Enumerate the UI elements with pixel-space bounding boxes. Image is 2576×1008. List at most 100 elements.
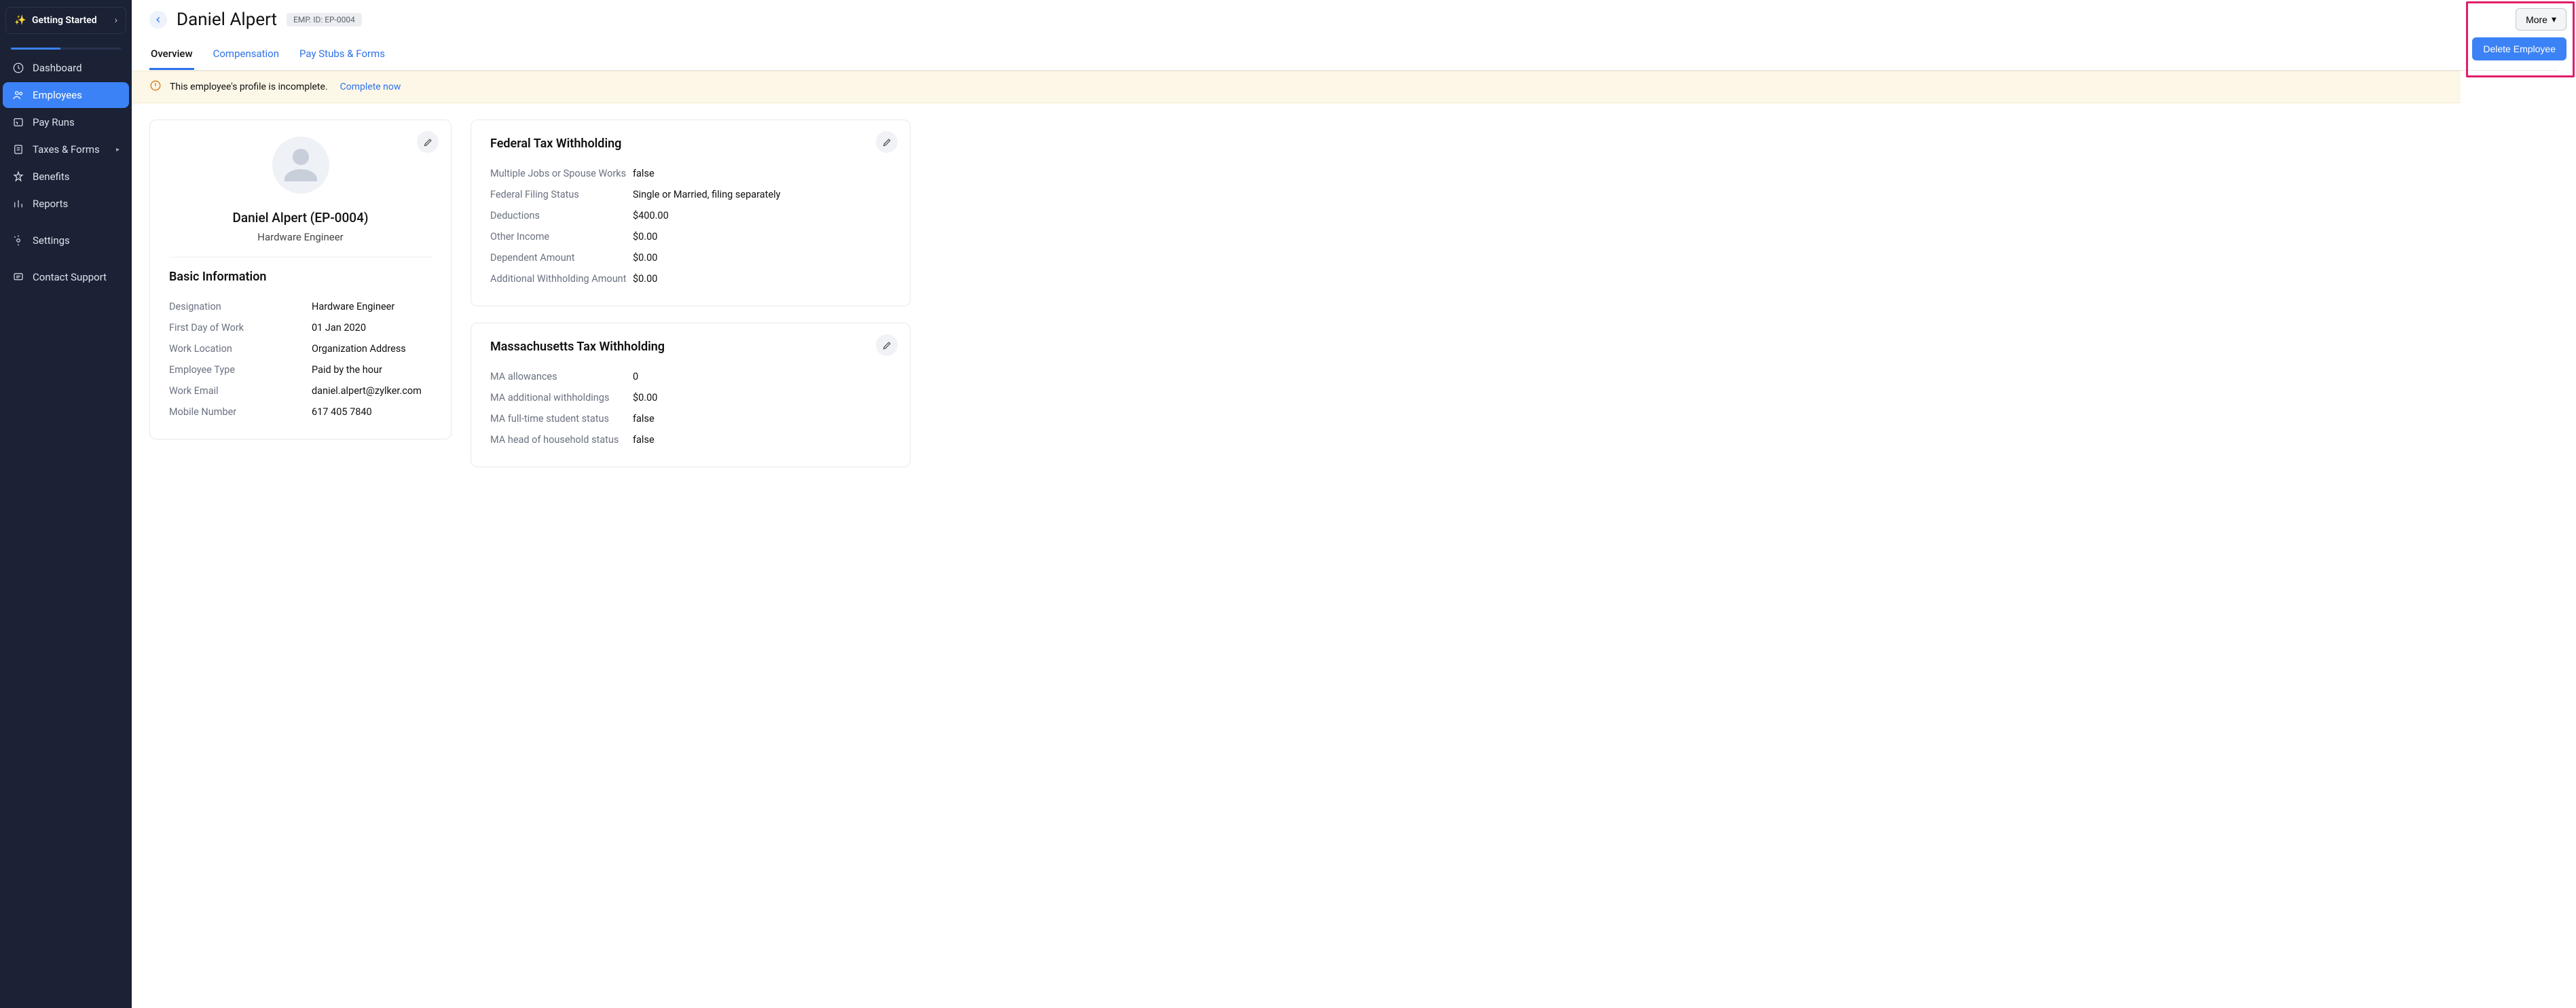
kv-row: DesignationHardware Engineer: [169, 296, 432, 317]
sidebar-item-benefits[interactable]: Benefits: [3, 164, 129, 190]
kv-row: Deductions$400.00: [490, 205, 891, 226]
sidebar-item-label: Employees: [33, 89, 82, 101]
kv-key: Deductions: [490, 210, 633, 221]
more-dropdown-wrap: More ▾ Delete Employee: [2472, 8, 2566, 60]
basic-info-title: Basic Information: [169, 270, 432, 284]
chevron-right-icon: ▸: [116, 146, 119, 154]
complete-now-link[interactable]: Complete now: [340, 82, 401, 92]
page-header: Daniel Alpert EMP. ID: EP-0004 Overview …: [132, 0, 2576, 71]
kv-key: Designation: [169, 301, 312, 312]
sidebar-nav: Dashboard Employees Pay Runs Taxes & For…: [3, 55, 129, 290]
chat-icon: [12, 271, 24, 283]
kv-val: $0.00: [633, 252, 657, 264]
state-table: MA allowances0MA additional withholdings…: [490, 366, 891, 450]
kv-key: Additional Withholding Amount: [490, 273, 633, 285]
gear-icon: [12, 234, 24, 247]
federal-title: Federal Tax Withholding: [490, 137, 891, 151]
clock-icon: [12, 62, 24, 74]
kv-row: Mobile Number617 405 7840: [169, 401, 432, 422]
state-tax-card: Massachusetts Tax Withholding MA allowan…: [471, 323, 910, 467]
kv-val: false: [633, 434, 655, 446]
alert-message: This employee's profile is incomplete.: [170, 82, 328, 92]
getting-started-progress: [11, 48, 121, 50]
sidebar-item-label: Pay Runs: [33, 116, 75, 128]
tab-overview[interactable]: Overview: [149, 42, 194, 70]
federal-tax-card: Federal Tax Withholding Multiple Jobs or…: [471, 120, 910, 306]
back-button[interactable]: [149, 11, 167, 29]
chart-icon: [12, 198, 24, 210]
sidebar-item-label: Taxes & Forms: [33, 143, 100, 156]
sidebar-item-employees[interactable]: Employees: [3, 82, 129, 108]
kv-row: Dependent Amount$0.00: [490, 247, 891, 268]
caret-down-icon: ▾: [2552, 14, 2556, 25]
sidebar-item-payruns[interactable]: Pay Runs: [3, 109, 129, 135]
kv-key: MA allowances: [490, 371, 633, 382]
kv-key: Multiple Jobs or Spouse Works: [490, 168, 633, 179]
kv-val: 617 405 7840: [312, 406, 372, 418]
kv-key: Work Location: [169, 343, 312, 355]
kv-row: MA full-time student statusfalse: [490, 408, 891, 429]
sparkle-icon: ✨: [14, 14, 26, 26]
employee-name: Daniel Alpert: [177, 10, 277, 30]
profile-role: Hardware Engineer: [169, 231, 432, 243]
edit-federal-button[interactable]: [876, 131, 898, 153]
kv-key: Mobile Number: [169, 406, 312, 418]
federal-table: Multiple Jobs or Spouse WorksfalseFedera…: [490, 163, 891, 289]
kv-key: Employee Type: [169, 364, 312, 376]
sidebar-item-label: Benefits: [33, 170, 70, 183]
sidebar-item-label: Contact Support: [33, 271, 107, 283]
profile-name-line: Daniel Alpert (EP-0004): [169, 210, 432, 226]
profile-card: Daniel Alpert (EP-0004) Hardware Enginee…: [149, 120, 452, 439]
kv-val: Hardware Engineer: [312, 301, 394, 312]
kv-val: daniel.alpert@zylker.com: [312, 385, 422, 397]
getting-started-card[interactable]: ✨ Getting Started ›: [5, 7, 126, 34]
benefits-icon: [12, 170, 24, 183]
sidebar-item-label: Dashboard: [33, 62, 82, 74]
state-title: Massachusetts Tax Withholding: [490, 340, 891, 354]
document-icon: [12, 143, 24, 156]
tab-compensation[interactable]: Compensation: [212, 42, 280, 70]
tabs: Overview Compensation Pay Stubs & Forms: [149, 42, 2558, 71]
kv-row: Multiple Jobs or Spouse Worksfalse: [490, 163, 891, 184]
kv-row: MA allowances0: [490, 366, 891, 387]
kv-row: First Day of Work01 Jan 2020: [169, 317, 432, 338]
kv-row: Work LocationOrganization Address: [169, 338, 432, 359]
getting-started-label: Getting Started: [32, 15, 109, 26]
kv-row: Employee TypePaid by the hour: [169, 359, 432, 380]
kv-val: 01 Jan 2020: [312, 322, 366, 334]
sidebar-item-label: Reports: [33, 198, 68, 210]
chevron-right-icon: ›: [115, 15, 117, 26]
sidebar: ✨ Getting Started › Dashboard Employees …: [0, 0, 132, 1008]
kv-key: MA full-time student status: [490, 413, 633, 425]
main-content: Daniel Alpert EMP. ID: EP-0004 Overview …: [132, 0, 2576, 1008]
edit-profile-button[interactable]: [417, 131, 439, 153]
kv-val: Paid by the hour: [312, 364, 382, 376]
kv-key: Dependent Amount: [490, 252, 633, 264]
sidebar-item-dashboard[interactable]: Dashboard: [3, 55, 129, 81]
kv-key: Federal Filing Status: [490, 189, 633, 200]
kv-val: false: [633, 413, 655, 425]
edit-state-button[interactable]: [876, 334, 898, 356]
kv-val: Organization Address: [312, 343, 406, 355]
people-icon: [12, 89, 24, 101]
kv-key: Other Income: [490, 231, 633, 242]
basic-info-table: DesignationHardware EngineerFirst Day of…: [169, 296, 432, 422]
kv-val: false: [633, 168, 655, 179]
more-button[interactable]: More ▾: [2516, 8, 2566, 31]
kv-val: $400.00: [633, 210, 669, 221]
kv-val: $0.00: [633, 273, 657, 285]
kv-row: MA head of household statusfalse: [490, 429, 891, 450]
sidebar-item-taxes[interactable]: Taxes & Forms ▸: [3, 137, 129, 162]
kv-val: $0.00: [633, 392, 657, 403]
delete-employee-button[interactable]: Delete Employee: [2472, 37, 2566, 60]
kv-row: MA additional withholdings$0.00: [490, 387, 891, 408]
employee-id-chip: EMP. ID: EP-0004: [287, 13, 362, 26]
tab-paystubs[interactable]: Pay Stubs & Forms: [298, 42, 386, 70]
kv-key: MA head of household status: [490, 434, 633, 446]
avatar-placeholder: [272, 137, 329, 194]
sidebar-item-reports[interactable]: Reports: [3, 191, 129, 217]
kv-val: 0: [633, 371, 638, 382]
sidebar-item-settings[interactable]: Settings: [3, 228, 129, 253]
sidebar-item-support[interactable]: Contact Support: [3, 264, 129, 290]
kv-row: Work Emaildaniel.alpert@zylker.com: [169, 380, 432, 401]
